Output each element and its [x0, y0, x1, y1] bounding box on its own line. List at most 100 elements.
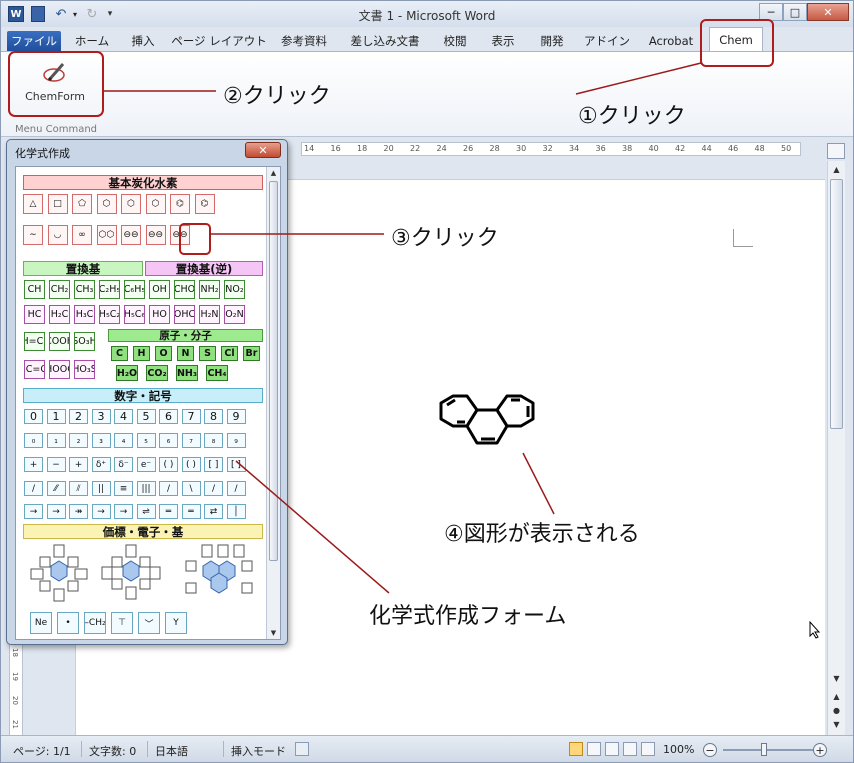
- digit-0[interactable]: 0: [24, 409, 43, 424]
- bond-0[interactable]: /: [24, 481, 43, 496]
- valence-extra-0[interactable]: Ne: [30, 612, 52, 634]
- arrow-8[interactable]: ⇄: [204, 504, 223, 519]
- hydrocarbon-chain-5[interactable]: ⊖⊖: [145, 225, 166, 245]
- bond-2[interactable]: ⫽: [69, 481, 88, 496]
- arrow-7[interactable]: ═: [181, 504, 201, 519]
- substituent-reverse-6[interactable]: OHC: [174, 305, 195, 324]
- digit-8[interactable]: 8: [204, 409, 223, 424]
- molecule-2[interactable]: NH₃: [176, 365, 198, 381]
- substituent-extra-1[interactable]: COOH: [49, 332, 70, 351]
- substituent-reverse-3[interactable]: H₅C₂: [99, 305, 120, 324]
- zoom-level[interactable]: 100%: [663, 743, 694, 756]
- atom-0[interactable]: C: [111, 346, 128, 361]
- molecule-0[interactable]: H₂O: [116, 365, 138, 381]
- close-button[interactable]: ✕: [807, 3, 849, 21]
- subscript-digit-3[interactable]: ₃: [91, 433, 111, 448]
- hydrocarbon-shape-2[interactable]: ⬠: [72, 194, 92, 214]
- zoom-slider[interactable]: [723, 749, 813, 751]
- symbol-7[interactable]: ( ): [181, 457, 201, 472]
- hydrocarbon-chain-0[interactable]: ∼: [23, 225, 43, 245]
- substituent-extra-reverse-2[interactable]: HO₃S: [74, 360, 95, 379]
- subscript-digit-9[interactable]: ₉: [226, 433, 246, 448]
- substituent-8[interactable]: NO₂: [224, 280, 245, 299]
- substituent-reverse-1[interactable]: H₂C: [49, 305, 70, 324]
- scroll-up-icon[interactable]: ▲: [828, 161, 845, 177]
- symbol-1[interactable]: −: [46, 457, 66, 472]
- valence-extra-1[interactable]: •: [57, 612, 79, 634]
- bond-4[interactable]: ≡: [114, 481, 133, 496]
- zoom-slider-thumb[interactable]: [761, 743, 767, 756]
- substituent-0[interactable]: CH: [24, 280, 45, 299]
- atom-2[interactable]: O: [155, 346, 172, 361]
- form-scrollbar[interactable]: ▲ ▼: [266, 167, 280, 639]
- digit-2[interactable]: 2: [69, 409, 88, 424]
- hydrocarbon-shape-1[interactable]: □: [47, 194, 68, 214]
- digit-1[interactable]: 1: [46, 409, 66, 424]
- next-page-icon[interactable]: ▼: [828, 717, 845, 731]
- substituent-7[interactable]: NH₂: [199, 280, 220, 299]
- print-layout-icon[interactable]: [569, 742, 583, 756]
- arrow-4[interactable]: →: [114, 504, 133, 519]
- form-scroll-up-icon[interactable]: ▲: [267, 167, 280, 179]
- tab-acrobat[interactable]: Acrobat: [641, 31, 701, 51]
- form-scroll-down-icon[interactable]: ▼: [267, 627, 280, 639]
- atom-3[interactable]: N: [177, 346, 194, 361]
- molecule-3[interactable]: CH₄: [206, 365, 228, 381]
- symbol-8[interactable]: [ ]: [204, 457, 223, 472]
- arrow-9[interactable]: │: [226, 504, 246, 519]
- prev-page-icon[interactable]: ▲: [828, 689, 845, 703]
- substituent-reverse-4[interactable]: H₅C₆: [124, 305, 145, 324]
- phenanthrene-structure[interactable]: [421, 381, 581, 471]
- atom-5[interactable]: Cl: [221, 346, 238, 361]
- bond-9[interactable]: /: [226, 481, 246, 496]
- outline-icon[interactable]: [623, 742, 637, 756]
- form-scroll-thumb[interactable]: [269, 181, 278, 561]
- tab-mailings[interactable]: 差し込み文書: [341, 31, 429, 51]
- subscript-digit-6[interactable]: ₆: [159, 433, 178, 448]
- hydrocarbon-chain-4[interactable]: ⊖⊖: [121, 225, 141, 245]
- molecule-1[interactable]: CO₂: [146, 365, 168, 381]
- hydrocarbon-chain-2[interactable]: ∞: [72, 225, 92, 245]
- tab-developer[interactable]: 開発: [531, 31, 573, 51]
- web-layout-icon[interactable]: [605, 742, 619, 756]
- atom-4[interactable]: S: [199, 346, 216, 361]
- word-count[interactable]: 文字数: 0: [89, 743, 136, 759]
- draft-icon[interactable]: [641, 742, 655, 756]
- substituent-5[interactable]: OH: [149, 280, 170, 299]
- hydrocarbon-shape-0[interactable]: △: [23, 194, 43, 214]
- symbol-9[interactable]: [ ]: [226, 457, 246, 472]
- digit-3[interactable]: 3: [91, 409, 111, 424]
- substituent-1[interactable]: CH₂: [49, 280, 70, 299]
- arrow-3[interactable]: →: [91, 504, 111, 519]
- insert-mode[interactable]: 挿入モード: [231, 743, 286, 759]
- tab-references[interactable]: 参考資料: [273, 31, 335, 51]
- arrow-2[interactable]: ↠: [69, 504, 88, 519]
- substituent-6[interactable]: CHO: [174, 280, 195, 299]
- subscript-digit-2[interactable]: ₂: [69, 433, 88, 448]
- subscript-digit-1[interactable]: ₁: [46, 433, 66, 448]
- substituent-reverse-0[interactable]: HC: [24, 305, 45, 324]
- digit-9[interactable]: 9: [226, 409, 246, 424]
- hydrocarbon-chain-3[interactable]: ⬡⬡: [96, 225, 117, 245]
- symbol-5[interactable]: e⁻: [136, 457, 156, 472]
- arrow-0[interactable]: →: [24, 504, 43, 519]
- chem-form-window[interactable]: 化学式作成 ✕ 基本炭化水素 △ □ ⬠ ⬡ ⬡ ⬡ ⌬ ⌬ ∼ ◡ ∞ ⬡⬡ ⊖⊖ ⊖⊖ ⊖⊖ 置換基 …: [6, 139, 288, 645]
- digit-4[interactable]: 4: [114, 409, 133, 424]
- atom-1[interactable]: H: [133, 346, 150, 361]
- browse-object-icon[interactable]: ●: [828, 703, 845, 717]
- subscript-digit-4[interactable]: ₄: [114, 433, 133, 448]
- tab-addins[interactable]: アドイン: [579, 31, 635, 51]
- arrow-5[interactable]: ⇌: [136, 504, 156, 519]
- substituent-reverse-8[interactable]: O₂N: [224, 305, 245, 324]
- zoom-out-button[interactable]: −: [703, 743, 717, 757]
- zoom-in-button[interactable]: +: [813, 743, 827, 757]
- bond-3[interactable]: ||: [91, 481, 111, 496]
- tab-file[interactable]: ファイル: [7, 31, 61, 51]
- hydrocarbon-shape-4[interactable]: ⬡: [121, 194, 141, 214]
- digit-7[interactable]: 7: [181, 409, 201, 424]
- hydrocarbon-shape-3[interactable]: ⬡: [96, 194, 117, 214]
- full-screen-reading-icon[interactable]: [587, 742, 601, 756]
- bond-7[interactable]: \: [181, 481, 201, 496]
- symbol-0[interactable]: +: [24, 457, 43, 472]
- vertical-ruler[interactable]: 18 19 20 21: [9, 641, 23, 737]
